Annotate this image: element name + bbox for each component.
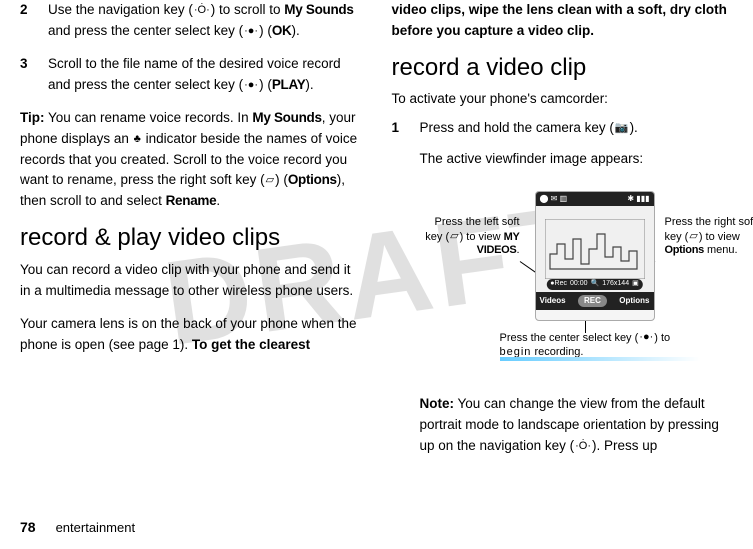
page-footer: 78 entertainment (20, 517, 135, 539)
text: ). (630, 120, 638, 135)
step-3-number: 3 (20, 54, 34, 96)
center-key-icon: ·●· (243, 23, 259, 40)
ok-label: OK (272, 23, 292, 38)
text: ) ( (259, 23, 272, 38)
viewfinder-info-bar: ●Rec 00:00 🔍 176x144 ▣ (546, 279, 642, 290)
rename-label: Rename (166, 193, 217, 208)
viewfinder-preview: ●Rec 00:00 🔍 176x144 ▣ (536, 206, 654, 292)
annotation-line-left (519, 261, 536, 273)
annotation-right-softkey: Press the right soft key (▱) to view Opt… (665, 216, 753, 258)
zoom-icon: 🔍 (591, 280, 600, 289)
step-3: 3 Scroll to the file name of the desired… (20, 54, 362, 96)
color-strip (500, 357, 700, 361)
nav-key-icon: ·Ȯ· (193, 2, 211, 19)
begin-text: begin (500, 346, 532, 358)
annotation-left-softkey: Press the left soft key (▱) to view MY V… (420, 216, 520, 258)
step-1: 1 Press and hold the camera key (📷). The… (392, 118, 734, 457)
bold-text: To get the clearest (192, 337, 310, 352)
soft-key-right-icon: ▱ (688, 230, 698, 244)
nav-key-icon: ·Ȯ· (574, 438, 592, 455)
status-icons-right: ✱ ▮▮▮ (627, 194, 649, 204)
center-key-icon: ·●· (243, 77, 259, 94)
text: ) ( (259, 77, 272, 92)
soft-key-right-icon: ▱ (265, 172, 275, 189)
text: ) ( (275, 172, 288, 187)
mic-icon: ♣ (133, 131, 142, 148)
softkey-videos: Videos (540, 296, 566, 306)
record-play-heading: record & play video clips (20, 224, 362, 252)
my-sounds-label: My Sounds (252, 110, 321, 125)
record-clip-heading: record a video clip (392, 54, 734, 82)
text: . (516, 244, 519, 256)
note-paragraph: Note: You can change the view from the d… (420, 394, 734, 457)
tip-paragraph: Tip: You can rename voice records. In My… (20, 108, 362, 213)
annotation-line-bottom (585, 321, 586, 333)
softkey-options: Options (619, 296, 649, 306)
camcorder-intro: To activate your phone's camcorder: (392, 89, 734, 110)
step-1-body: Press and hold the camera key (📷). The a… (420, 118, 734, 457)
rec-time: 00:00 (570, 280, 588, 289)
annotation-center-key: Press the center select key (·●·) to beg… (500, 331, 700, 359)
text: ) to (654, 332, 670, 344)
text: and press the center select key ( (48, 23, 243, 38)
text: Press the center select key ( (500, 332, 639, 344)
text: recording. (531, 346, 583, 358)
text: Press and hold the camera key ( (420, 120, 614, 135)
text: menu. (704, 244, 738, 256)
text: ). (305, 77, 313, 92)
mode-icon: ▣ (632, 280, 639, 289)
text: ) to view (699, 231, 740, 243)
viewfinder-softkey-bar: Videos REC Options (536, 292, 654, 310)
text: ) to view (460, 231, 504, 243)
text: ). Press up (592, 438, 657, 453)
text: ). (292, 23, 300, 38)
options-label: Options (288, 172, 337, 187)
text: . (216, 193, 220, 208)
right-column: video clips, wipe the lens clean with a … (392, 0, 734, 490)
camera-key-icon: 📷 (614, 120, 630, 137)
viewfinder-screen: ⬤ ✉ ▥ ✱ ▮▮▮ ●Rec 00:00 🔍 (535, 191, 655, 321)
text: ) to scroll to (211, 2, 285, 17)
viewfinder-intro: The active viewfinder image appears: (420, 149, 734, 170)
status-icons-left: ⬤ ✉ ▥ (540, 194, 568, 204)
resolution-label: 176x144 (602, 280, 629, 289)
softkey-rec: REC (578, 295, 607, 307)
continued-bold: video clips, wipe the lens clean with a … (392, 0, 734, 42)
options-label: Options (665, 244, 704, 256)
text: You can rename voice records. In (45, 110, 253, 125)
tip-label: Tip: (20, 110, 45, 125)
viewfinder-figure: Press the left soft key (▱) to view MY V… (420, 176, 734, 386)
center-key-icon: ·●· (638, 331, 654, 345)
page-content: 2 Use the navigation key (·Ȯ·) to scroll… (0, 0, 753, 510)
step-2-number: 2 (20, 0, 34, 42)
cityscape-icon (545, 219, 645, 279)
page-number: 78 (20, 517, 36, 539)
my-sounds-label: My Sounds (284, 2, 353, 17)
step-1-number: 1 (392, 118, 406, 457)
text: You can change the view from the default… (420, 396, 719, 453)
soft-key-left-icon: ▱ (449, 230, 459, 244)
viewfinder-statusbar: ⬤ ✉ ▥ ✱ ▮▮▮ (536, 192, 654, 206)
note-label: Note: (420, 396, 455, 411)
step-3-body: Scroll to the file name of the desired v… (48, 54, 362, 96)
step-2-body: Use the navigation key (·Ȯ·) to scroll t… (48, 0, 362, 42)
footer-section-label: entertainment (56, 518, 136, 538)
rec-indicator: ●Rec (550, 280, 567, 289)
play-label: PLAY (272, 77, 306, 92)
left-para-2: Your camera lens is on the back of your … (20, 314, 362, 356)
left-para-1: You can record a video clip with your ph… (20, 260, 362, 302)
step-2: 2 Use the navigation key (·Ȯ·) to scroll… (20, 0, 362, 42)
left-column: 2 Use the navigation key (·Ȯ·) to scroll… (20, 0, 362, 490)
text: Use the navigation key ( (48, 2, 193, 17)
